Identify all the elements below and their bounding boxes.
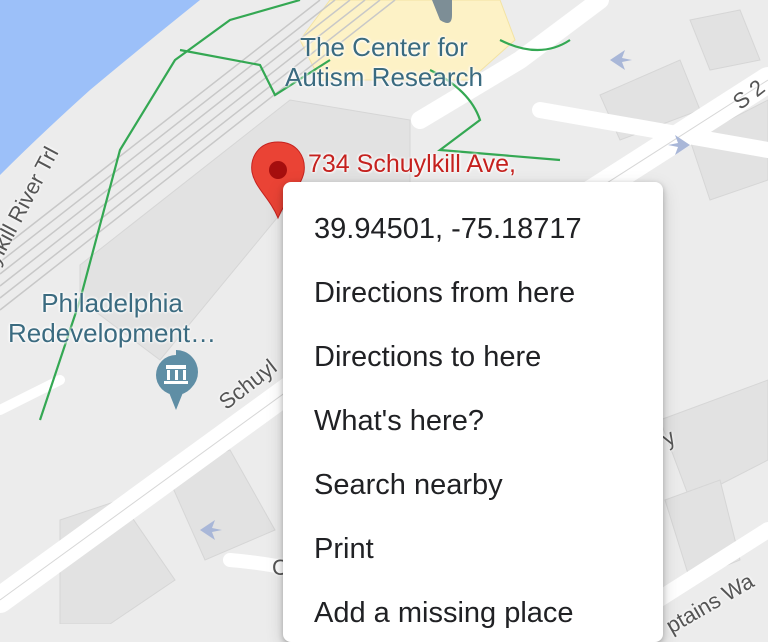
menu-item-directions-from-here[interactable]: Directions from here — [283, 261, 663, 325]
menu-item-directions-to-here[interactable]: Directions to here — [283, 325, 663, 389]
poi-label-autism-center[interactable]: The Center for Autism Research — [285, 32, 483, 92]
menu-item-print[interactable]: Print — [283, 517, 663, 581]
menu-item-search-nearby[interactable]: Search nearby — [283, 453, 663, 517]
poi-label-line: The Center for — [300, 32, 468, 62]
poi-label-philadelphia-redevelopment[interactable]: Philadelphia Redevelopment… — [8, 288, 216, 348]
menu-item-add-missing-place[interactable]: Add a missing place — [283, 581, 663, 642]
map-context-menu: 39.94501, -75.18717 Directions from here… — [283, 182, 663, 642]
poi-label-line: Autism Research — [285, 62, 483, 92]
menu-item-whats-here[interactable]: What's here? — [283, 389, 663, 453]
menu-item-coordinates[interactable]: 39.94501, -75.18717 — [283, 197, 663, 261]
poi-label-line: Philadelphia — [41, 288, 183, 318]
pin-address-label[interactable]: 734 Schuylkill Ave, — [308, 150, 516, 179]
poi-label-line: Redevelopment… — [8, 318, 217, 348]
